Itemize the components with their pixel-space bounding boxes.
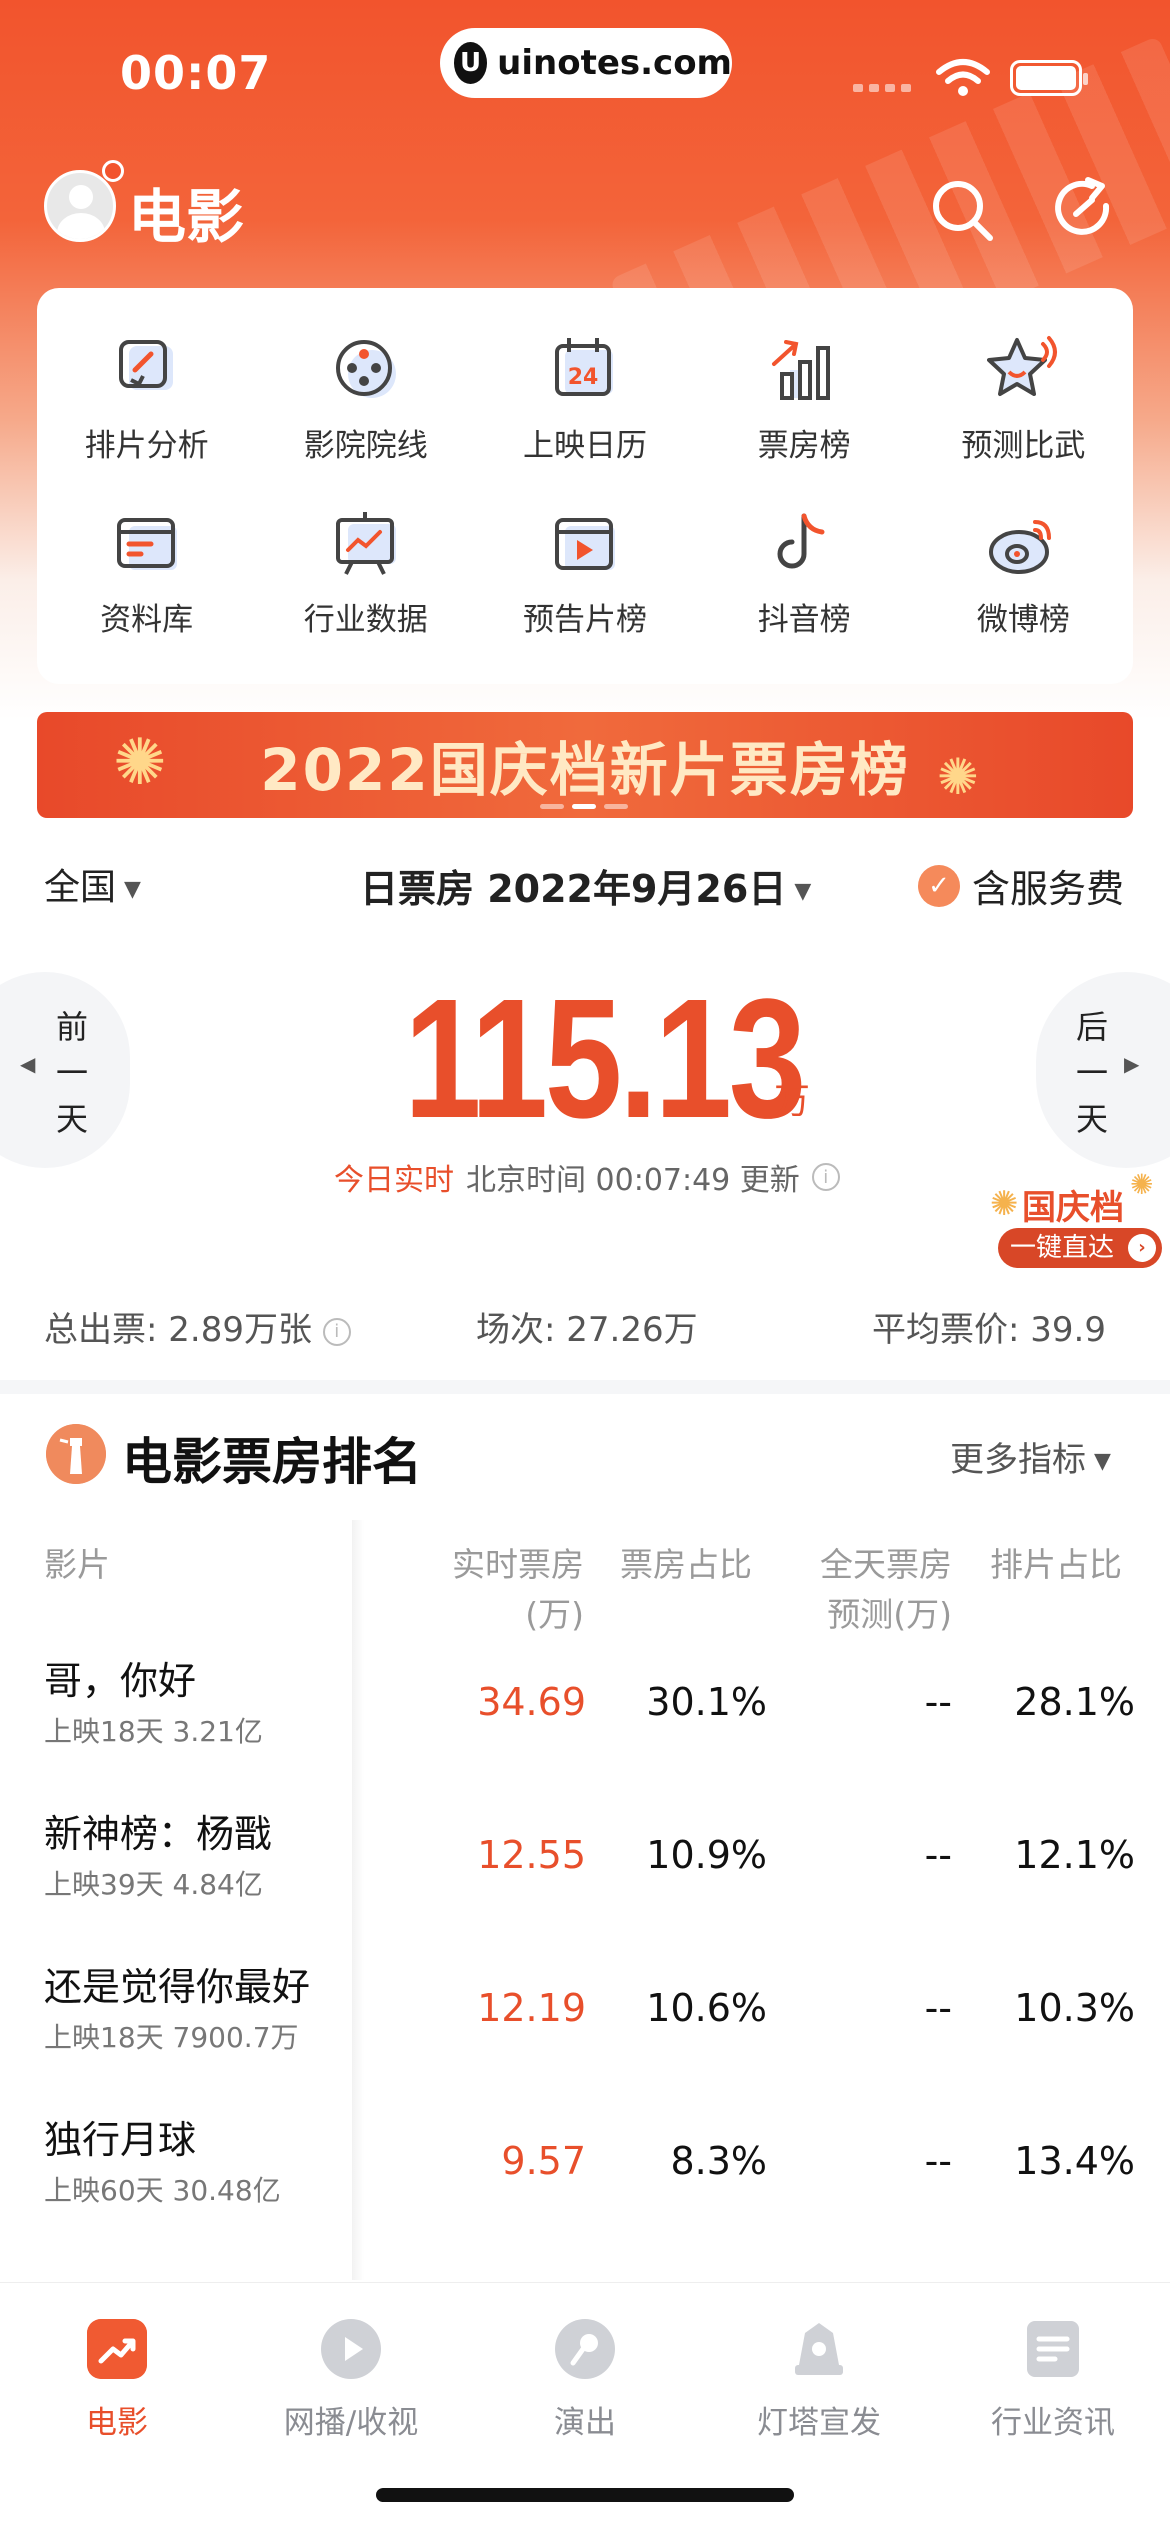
date-selector[interactable]: 日票房 2022年9月26日 ▼ <box>360 858 811 913</box>
lighthouse-icon <box>46 1424 106 1484</box>
caret-down-icon: ▼ <box>1094 1449 1111 1474</box>
table-row[interactable]: 还是觉得你最好 上映18天 7900.7万 12.19 10.6% -- 10.… <box>0 1956 1170 2109</box>
cinema-chain-icon <box>335 339 396 398</box>
ranking-title: 电影票房排名 <box>122 1433 422 1491</box>
region-selector[interactable]: 全国 ▼ <box>44 858 141 910</box>
arrow-right-icon: ▶ <box>1124 1052 1140 1076</box>
grid-label: 影院院线 <box>303 427 428 464</box>
checkmark-icon: ✓ <box>918 864 960 907</box>
industry-data-icon <box>335 511 396 575</box>
feature-grid: 排片分析 影院院线 24 上映日历 票房榜 预测比武 资料库 行业数据 预告片榜… <box>37 288 1133 684</box>
holiday-banner[interactable]: ✺ 2022国庆档新片票房榜 ✺ <box>37 712 1133 818</box>
caret-down-icon: ▼ <box>794 879 812 904</box>
app-title: 电影 <box>128 183 245 251</box>
lighthouse-tab-icon <box>795 2323 843 2375</box>
tab-news[interactable]: 行业资讯 <box>953 2319 1153 2442</box>
box-office-chart-icon <box>772 339 831 400</box>
info-icon[interactable]: i <box>322 1317 351 1346</box>
grid-item-douyin[interactable]: 抖音榜 <box>695 486 914 660</box>
total-tickets: 总出票: 2.89万张 i <box>44 1302 351 1351</box>
section-divider <box>0 1380 1170 1394</box>
wifi-icon <box>936 59 990 96</box>
news-tab-icon <box>1027 2321 1079 2377</box>
grid-item-industry-data[interactable]: 行业数据 <box>256 486 475 660</box>
grid-label: 抖音榜 <box>757 601 851 638</box>
col-header-share[interactable]: 票房占比 <box>620 1540 752 1590</box>
grid-label: 预测比武 <box>961 427 1086 464</box>
status-time: 00:07 <box>120 46 272 100</box>
banner-text: 2022国庆档新片票房榜 <box>260 736 910 804</box>
svg-text:24: 24 <box>568 365 599 390</box>
grid-label: 行业数据 <box>303 601 428 638</box>
holiday-shortcut[interactable]: ✺ 国庆档 ✺ 一键直达 › <box>990 1168 1162 1272</box>
grid-item-release-calendar[interactable]: 24 上映日历 <box>475 312 694 486</box>
firework-icon: ✺ <box>113 726 167 800</box>
grid-item-box-office-chart[interactable]: 票房榜 <box>695 312 914 486</box>
signal-icon <box>853 84 911 92</box>
info-icon[interactable]: i <box>811 1163 840 1191</box>
grid-label: 排片分析 <box>84 427 209 464</box>
prev-day-button[interactable]: ◀ 前一天 <box>0 972 130 1168</box>
database-icon <box>116 517 177 570</box>
movie-tab-icon <box>87 2319 147 2379</box>
avg-price: 平均票价: 39.9 <box>872 1310 1106 1350</box>
tab-performance[interactable]: 演出 <box>485 2319 685 2442</box>
box-office-value: 115.13 <box>404 964 806 1154</box>
next-day-button[interactable]: 后一天 ▶ <box>1036 972 1170 1168</box>
arrow-left-icon: ◀ <box>20 1052 36 1076</box>
chevron-right-icon: › <box>1128 1234 1156 1262</box>
grid-item-prediction[interactable]: 预测比武 <box>914 312 1133 486</box>
grid-item-weibo[interactable]: 微博榜 <box>914 486 1133 660</box>
grid-label: 微博榜 <box>976 601 1070 638</box>
uinotes-logo-icon: U <box>454 42 488 84</box>
firework-icon: ✺ <box>1130 1168 1154 1201</box>
url-text: uinotes.com <box>497 43 732 83</box>
update-info: 今日实时 北京时间 00:07:49 更新 i <box>334 1155 840 1199</box>
search-icon[interactable] <box>930 178 996 244</box>
avatar[interactable] <box>44 170 116 242</box>
grid-item-cinema-chain[interactable]: 影院院线 <box>256 312 475 486</box>
grid-label: 上映日历 <box>522 427 647 464</box>
firework-icon: ✺ <box>990 1184 1019 1224</box>
col-header-film: 影片 <box>44 1545 110 1584</box>
firework-icon: ✺ <box>937 748 979 806</box>
prediction-icon <box>987 335 1058 396</box>
trailer-icon <box>554 517 615 570</box>
grid-label: 预告片榜 <box>522 601 647 638</box>
grid-label: 票房榜 <box>757 427 851 464</box>
weibo-icon <box>989 519 1052 574</box>
grid-label: 资料库 <box>100 601 194 638</box>
streaming-tab-icon <box>321 2319 381 2379</box>
box-office-unit: 万 <box>774 1081 811 1122</box>
douyin-icon <box>777 513 825 568</box>
tab-lighthouse[interactable]: 灯塔宣发 <box>719 2319 919 2442</box>
refresh-icon[interactable] <box>1052 176 1118 242</box>
release-calendar-icon: 24 <box>554 337 613 396</box>
performance-tab-icon <box>555 2319 615 2379</box>
tab-movie[interactable]: 电影 <box>17 2319 217 2442</box>
battery-icon <box>1010 60 1088 96</box>
col-header-realtime[interactable]: 实时票房 (万) <box>438 1540 584 1640</box>
table-row[interactable]: 哥，你好 上映18天 3.21亿 34.69 30.1% -- 28.1% <box>0 1650 1170 1803</box>
schedule-analysis-icon <box>118 339 173 390</box>
col-header-screening[interactable]: 排片占比 <box>990 1540 1122 1590</box>
tab-streaming[interactable]: 网播/收视 <box>251 2319 451 2442</box>
table-row[interactable]: 独行月球 上映60天 30.48亿 9.57 8.3% -- 13.4% <box>0 2109 1170 2262</box>
col-header-forecast[interactable]: 全天票房 预测(万) <box>806 1540 952 1640</box>
update-time: 北京时间 00:07:49 更新 <box>466 1163 800 1198</box>
url-pill: U uinotes.com <box>440 28 732 98</box>
grid-item-database[interactable]: 资料库 <box>37 486 256 660</box>
home-indicator[interactable] <box>376 2488 794 2502</box>
caret-down-icon: ▼ <box>124 876 141 902</box>
banner-pager <box>540 804 628 809</box>
grid-item-schedule-analysis[interactable]: 排片分析 <box>37 312 256 486</box>
table-row[interactable]: 新神榜：杨戬 上映39天 4.84亿 12.55 10.9% -- 12.1% <box>0 1803 1170 1956</box>
more-metrics-dropdown[interactable]: 更多指标 ▼ <box>950 1432 1111 1481</box>
notification-dot <box>102 160 124 182</box>
service-fee-toggle[interactable]: ✓ 含服务费 <box>918 858 1124 913</box>
live-label: 今日实时 <box>334 1163 454 1198</box>
grid-item-trailer[interactable]: 预告片榜 <box>475 486 694 660</box>
total-shows: 场次: 27.26万 <box>476 1310 698 1350</box>
